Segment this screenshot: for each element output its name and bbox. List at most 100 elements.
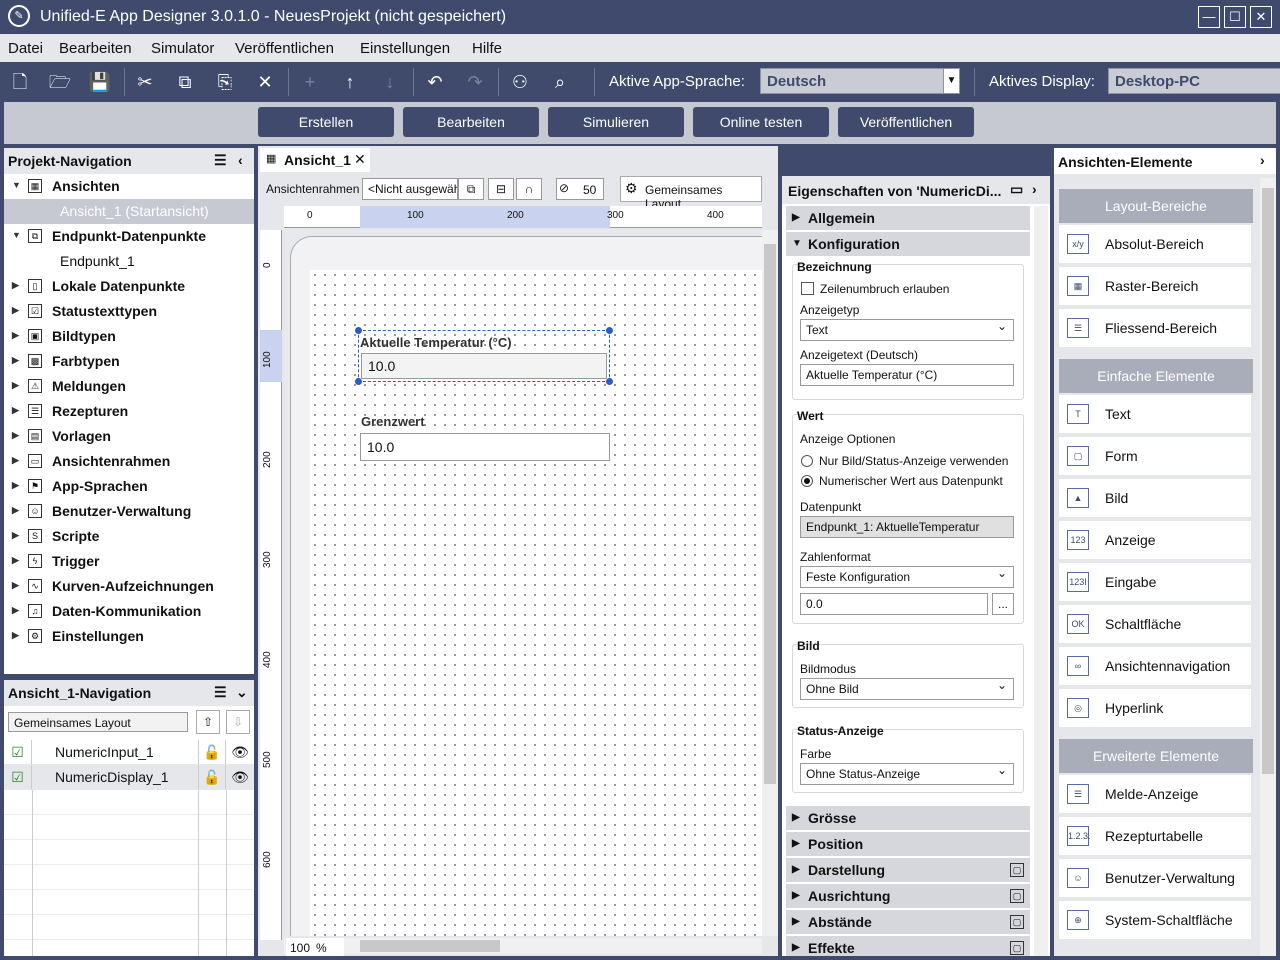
open-folder-icon[interactable]: 🗁 [48,70,72,94]
tree-item-12[interactable]: ▶ ⚑ App-Sprachen [4,474,254,499]
eye-icon[interactable]: 👁 [226,740,254,764]
expander-icon[interactable]: ▶ [12,330,19,341]
tree-item-14[interactable]: ▶ S Scripte [4,524,254,549]
bildmodus-select[interactable]: Ohne Bild [800,678,1014,700]
expander-icon[interactable]: ▶ [12,580,19,591]
expander-icon[interactable]: ▶ [12,455,19,466]
copy-icon[interactable]: ⧉ [173,70,197,94]
undo-icon[interactable]: ↶ [423,70,447,94]
copy-settings-icon[interactable]: ▢ [1010,889,1024,903]
tree-item-9[interactable]: ▶ ☰ Rezepturen [4,399,254,424]
expander-icon[interactable]: ▶ [12,480,19,491]
section-allgemein[interactable]: ▶ Allgemein [786,206,1030,230]
copy-settings-icon[interactable]: ▢ [1010,941,1024,955]
format-browse-button[interactable]: ... [992,593,1014,615]
expander-icon[interactable]: ▶ [12,530,19,541]
layout-field[interactable]: Gemeinsames Layout [8,712,188,732]
section-konfiguration[interactable]: ▼ Konfiguration [786,232,1030,256]
nav-row-numericdisplay[interactable]: ☑ NumericDisplay_1 🔓 👁 [4,765,254,790]
menu-hilfe[interactable]: Hilfe [472,40,502,57]
expander-icon[interactable]: ▶ [12,430,19,441]
maximize-button[interactable]: ☐ [1224,6,1246,28]
expander-icon[interactable]: ▶ [12,605,19,616]
online-testen-button[interactable]: Online testen [693,107,829,137]
network-icon[interactable]: ⚇ [508,70,532,94]
zahlenformat-select[interactable]: Feste Konfiguration [800,566,1014,588]
datenpunkt-field[interactable]: Endpunkt_1: AktuelleTemperatur [800,516,1014,538]
farbe-select[interactable]: Ohne Status-Anzeige [800,763,1014,785]
display-select[interactable]: Desktop-PC [1108,68,1280,94]
expander-icon[interactable]: ▶ [12,555,19,566]
redo-icon[interactable]: ↷ [463,70,487,94]
menu-einstellungen[interactable]: Einstellungen [360,40,450,57]
menu-bearbeiten[interactable]: Bearbeiten [59,40,132,57]
section-effekte[interactable]: ▶ Effekte ▢ [786,936,1030,956]
properties-scrollbar[interactable] [1034,206,1048,956]
element-item[interactable]: ▢ Form [1059,437,1251,475]
element-item[interactable]: ☺ Benutzer-Verwaltung [1059,859,1251,897]
new-file-icon[interactable]: 🗋 [8,70,32,94]
tree-item-5[interactable]: ▶ ☑ Statustexttypen [4,299,254,324]
frame-copy-icon[interactable]: ⧉ [458,178,484,200]
expander-icon[interactable]: ▶ [12,405,19,416]
expander-icon[interactable]: ▶ [12,280,19,291]
nav-row-numericinput[interactable]: ☑ NumericInput_1 🔓 👁 [4,740,254,765]
numeric-display-widget[interactable]: Aktuelle Temperatur (°C) 10.0 [358,330,610,382]
save-icon[interactable]: 💾 [88,70,112,94]
tab-close-icon[interactable]: ✕ [354,151,366,168]
menu-datei[interactable]: Datei [8,40,43,57]
tree-item-2[interactable]: ▼ ⧉ Endpunkt-Datenpunkte [4,224,254,249]
widget-value[interactable]: 10.0 [360,433,610,461]
expander-icon[interactable]: ▶ [12,305,19,316]
element-item[interactable]: ∞ Ansichtennavigation [1059,647,1251,685]
window-icon[interactable]: ▭ [1010,181,1023,198]
format-input[interactable]: 0.0 [800,593,988,615]
search-icon[interactable]: ⌕ [548,70,572,94]
unlock-icon[interactable]: 🔓 [198,765,226,789]
element-item[interactable]: 1.2.3. Rezepturtabelle [1059,817,1251,855]
tree-item-17[interactable]: ▶ ♫ Daten-Kommunikation [4,599,254,624]
tree-item-10[interactable]: ▶ ▤ Vorlagen [4,424,254,449]
element-item[interactable]: OK Schaltfläche [1059,605,1251,643]
section-darstellung[interactable]: ▶ Darstellung ▢ [786,858,1030,882]
expander-icon[interactable]: ▶ [12,380,19,391]
chevron-right-icon[interactable]: › [1260,152,1265,168]
gemeinsames-layout-button[interactable]: ⚙ Gemeinsames Layout [620,176,762,211]
move-up-icon[interactable]: ↑ [338,70,362,94]
element-item[interactable]: T Text [1059,395,1251,433]
section-ausrichtung[interactable]: ▶ Ausrichtung ▢ [786,884,1030,908]
chevron-down-icon[interactable]: ⌄ [236,684,248,701]
menu-simulator[interactable]: Simulator [151,40,214,57]
section-groesse[interactable]: ▶ Grösse [786,806,1030,830]
tab-ansicht-1[interactable]: ▦ Ansicht_1 ✕ [260,148,370,172]
layer-up-icon[interactable]: ⇧ [196,710,220,734]
zoom-field[interactable]: 100% [286,938,344,956]
align-icon[interactable]: ⊟ [488,178,514,200]
element-item[interactable]: ◎ Hyperlink [1059,689,1251,727]
expander-icon[interactable]: ▶ [12,630,19,641]
anzeigetext-input[interactable]: Aktuelle Temperatur (°C) [800,364,1014,386]
tree-item-13[interactable]: ▶ ☺ Benutzer-Verwaltung [4,499,254,524]
minimize-button[interactable]: — [1198,6,1220,28]
cut-icon[interactable]: ✂ [133,70,157,94]
section-position[interactable]: ▶ Position [786,832,1030,856]
grid-size-field[interactable]: ⊘ 50 [556,178,604,200]
element-item[interactable]: ▲ Bild [1059,479,1251,517]
tree-item-15[interactable]: ▶ ϟ Trigger [4,549,254,574]
element-item[interactable]: ☰ Melde-Anzeige [1059,775,1251,813]
vertical-scrollbar[interactable] [762,230,778,936]
eye-icon[interactable]: 👁 [226,765,254,789]
menu-icon[interactable]: ☰ [214,684,227,701]
simulieren-button[interactable]: Simulieren [548,107,684,137]
close-button[interactable]: ✕ [1250,6,1272,28]
expander-icon[interactable]: ▶ [12,505,19,516]
tree-item-4[interactable]: ▶ ▯ Lokale Datenpunkte [4,274,254,299]
tree-item-0[interactable]: ▼ ▦ Ansichten [4,174,254,199]
menu-veroeffentlichen[interactable]: Veröffentlichen [235,40,334,57]
veroeffentlichen-button[interactable]: Veröffentlichen [838,107,974,137]
tree-item-11[interactable]: ▶ ▭ Ansichtenrahmen [4,449,254,474]
unlock-icon[interactable]: 🔓 [198,740,226,764]
tree-item-16[interactable]: ▶ ∿ Kurven-Aufzeichnungen [4,574,254,599]
magnet-icon[interactable]: ∩ [516,178,542,200]
section-abstaende[interactable]: ▶ Abstände ▢ [786,910,1030,934]
